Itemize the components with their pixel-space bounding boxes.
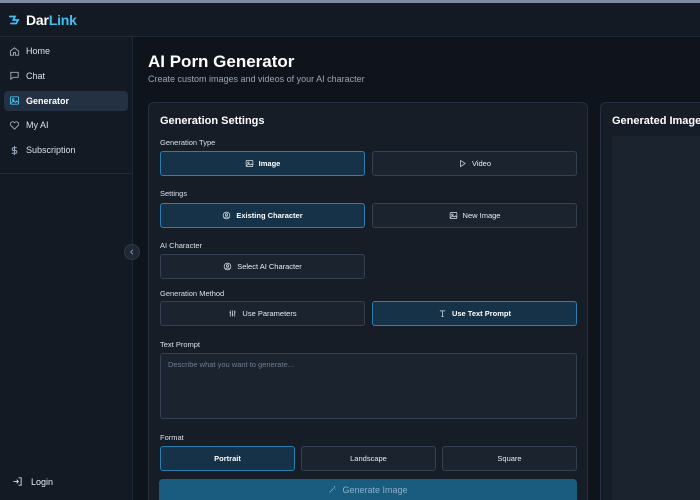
user-circle-icon bbox=[223, 211, 231, 220]
new-image-button[interactable]: New Image bbox=[372, 203, 577, 228]
sidebar-item-label: Chat bbox=[26, 70, 46, 81]
user-circle-icon bbox=[223, 262, 232, 271]
top-bar: DarLink bbox=[0, 0, 700, 37]
sidebar-item-home[interactable]: Home bbox=[4, 41, 128, 61]
generation-settings-panel: Generation Settings Generation Type Imag… bbox=[148, 102, 588, 500]
play-icon bbox=[460, 159, 466, 168]
chat-icon bbox=[10, 72, 19, 81]
sidebar-nav: Home Chat Generator My AI Subscription bbox=[4, 41, 128, 165]
format-square-button[interactable]: Square bbox=[442, 446, 577, 471]
format-landscape-button[interactable]: Landscape bbox=[301, 446, 436, 471]
sidebar-collapse-button[interactable] bbox=[124, 244, 140, 260]
format-portrait-button[interactable]: Portrait bbox=[160, 446, 295, 471]
dollar-icon bbox=[11, 145, 18, 155]
format-label: Format bbox=[160, 433, 184, 442]
generate-image-button[interactable]: Generate Image bbox=[159, 479, 577, 500]
panel-title: Generated Image bbox=[612, 115, 700, 127]
sidebar-item-chat[interactable]: Chat bbox=[4, 66, 128, 86]
page-subtitle: Create custom images and videos of your … bbox=[148, 74, 365, 84]
sidebar: Home Chat Generator My AI Subscription L… bbox=[0, 37, 133, 500]
magic-wand-icon bbox=[329, 486, 337, 493]
use-parameters-button[interactable]: Use Parameters bbox=[160, 301, 365, 326]
generation-type-label: Generation Type bbox=[160, 138, 216, 147]
heart-icon bbox=[9, 121, 20, 130]
login-button[interactable]: Login bbox=[12, 476, 53, 487]
generated-image-preview bbox=[612, 136, 700, 500]
sidebar-item-label: My AI bbox=[26, 120, 49, 131]
generation-type-video-button[interactable]: Video bbox=[372, 151, 577, 176]
sidebar-item-generator[interactable]: Generator bbox=[4, 90, 128, 111]
ai-character-label: AI Character bbox=[160, 241, 203, 250]
panel-title: Generation Settings bbox=[160, 115, 265, 127]
generation-method-label: Generation Method bbox=[160, 289, 225, 298]
home-icon bbox=[9, 46, 20, 56]
select-ai-character-button[interactable]: Select AI Character bbox=[160, 254, 365, 279]
use-text-prompt-button[interactable]: Use Text Prompt bbox=[372, 301, 577, 326]
image-icon bbox=[9, 96, 20, 105]
sidebar-item-label: Home bbox=[26, 46, 51, 56]
brand-name: DarLink bbox=[26, 12, 77, 28]
logo-icon bbox=[8, 15, 20, 25]
generated-image-panel: Generated Image bbox=[600, 102, 700, 500]
sidebar-item-label: Subscription bbox=[26, 145, 76, 156]
image-icon bbox=[245, 160, 253, 167]
existing-character-button[interactable]: Existing Character bbox=[160, 203, 365, 228]
text-prompt-label: Text Prompt bbox=[160, 340, 201, 349]
sliders-icon bbox=[229, 310, 236, 317]
login-label: Login bbox=[31, 476, 54, 487]
sidebar-item-subscription[interactable]: Subscription bbox=[4, 140, 128, 160]
brand-logo[interactable]: DarLink bbox=[8, 12, 77, 28]
generation-type-image-button[interactable]: Image bbox=[160, 151, 365, 176]
chevron-left-icon bbox=[130, 249, 134, 255]
settings-label: Settings bbox=[160, 189, 188, 198]
image-icon bbox=[449, 212, 457, 219]
page-title: AI Porn Generator bbox=[148, 52, 295, 71]
sidebar-divider bbox=[0, 173, 132, 174]
sidebar-item-my-ai[interactable]: My AI bbox=[4, 115, 128, 135]
text-prompt-input[interactable] bbox=[160, 353, 577, 419]
login-icon bbox=[13, 477, 22, 486]
text-icon bbox=[439, 310, 446, 317]
sidebar-item-label: Generator bbox=[26, 95, 70, 106]
